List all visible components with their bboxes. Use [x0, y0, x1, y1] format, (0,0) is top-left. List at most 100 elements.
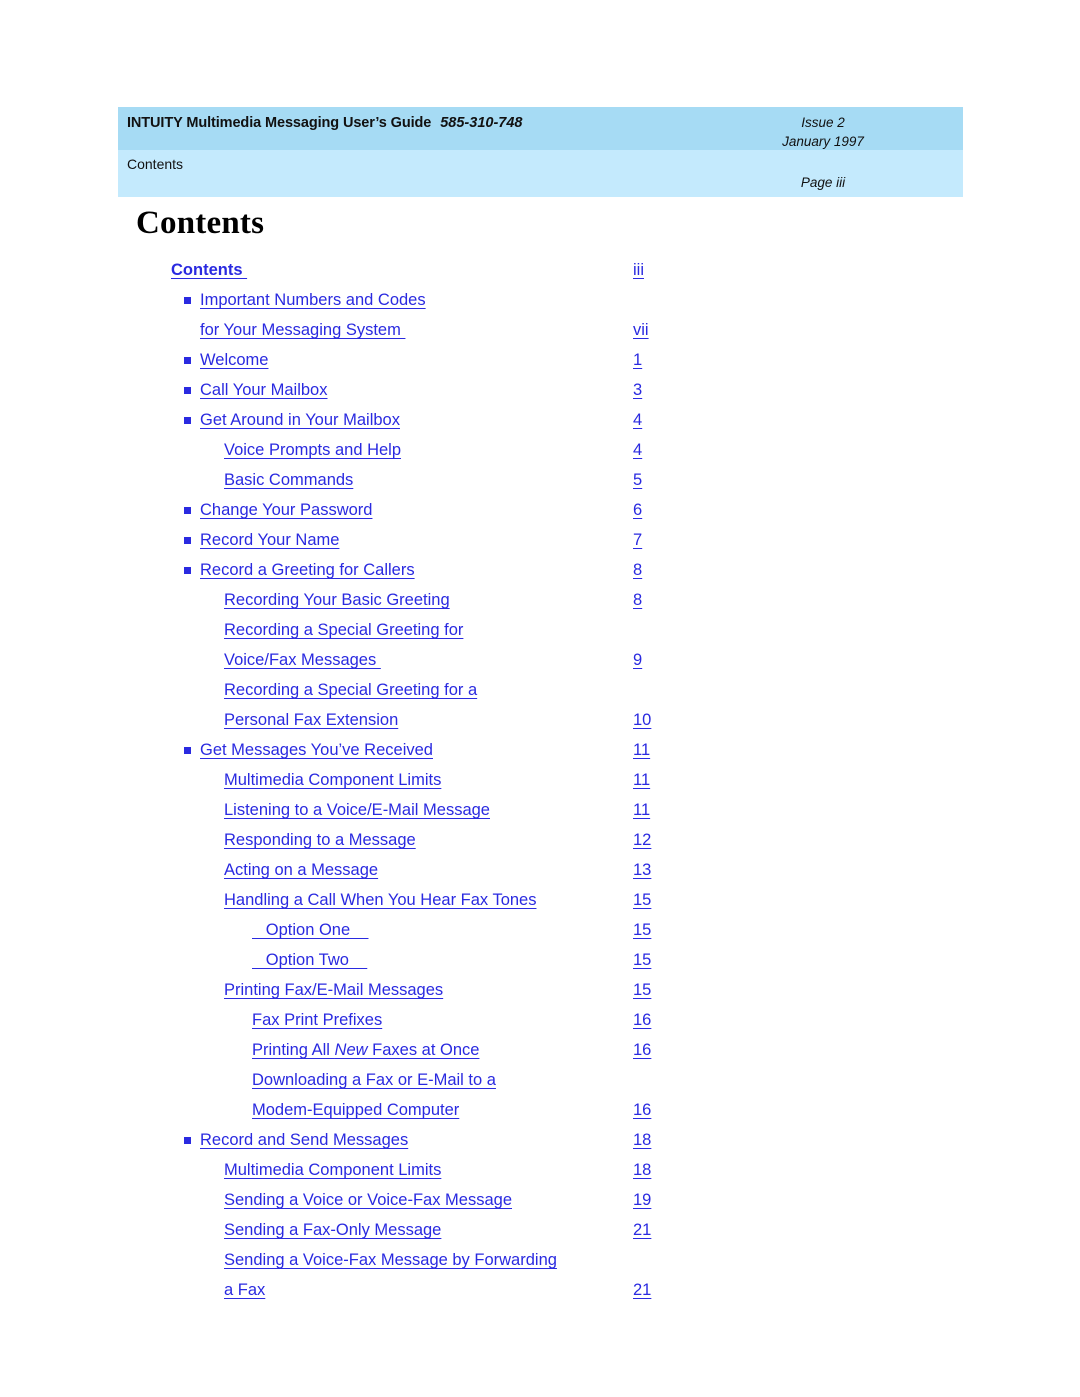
toc-entry-link[interactable]: Record and Send Messages — [200, 1125, 408, 1155]
toc-page-number[interactable]: 11 — [633, 735, 650, 765]
toc-entry[interactable]: Call Your Mailbox 3 — [0, 375, 1080, 405]
toc-page-number[interactable]: 21 — [633, 1275, 651, 1305]
toc-entry-link[interactable]: Contents — [171, 255, 247, 285]
toc-entry-link[interactable]: Get Messages You’ve Received — [200, 735, 433, 765]
toc-bullet-square-icon — [184, 417, 191, 424]
toc-page-number[interactable]: vii — [633, 315, 649, 345]
toc-entry-link[interactable]: Important Numbers and Codes for Your Mess… — [200, 285, 426, 345]
toc-entry-link[interactable]: Recording a Special Greeting for Voice/Fa… — [224, 615, 463, 675]
toc-entry[interactable]: Recording Your Basic Greeting 8 — [0, 585, 1080, 615]
toc-entry-link[interactable]: Sending a Voice-Fax Message by Forwardin… — [224, 1245, 557, 1305]
toc-entry[interactable]: Sending a Voice-Fax Message by Forwardin… — [0, 1245, 1080, 1305]
toc-entry-link[interactable]: Sending a Voice or Voice-Fax Message — [224, 1185, 512, 1215]
toc-entry[interactable]: Option Two 15 — [0, 945, 1080, 975]
header-issue-date: Issue 2 January 1997 — [738, 113, 908, 151]
toc-page-number[interactable]: 15 — [633, 945, 651, 975]
toc-page-number[interactable]: 4 — [633, 405, 642, 435]
toc-page-number[interactable]: 16 — [633, 1005, 651, 1035]
toc-entry[interactable]: Get Around in Your Mailbox 4 — [0, 405, 1080, 435]
toc-page-number[interactable]: 11 — [633, 795, 650, 825]
toc-page-number[interactable]: 5 — [633, 465, 642, 495]
toc-entry[interactable]: Listening to a Voice/E-Mail Message 11 — [0, 795, 1080, 825]
toc-entry-link[interactable]: Change Your Password — [200, 495, 372, 525]
toc-entry[interactable]: Option One 15 — [0, 915, 1080, 945]
toc-entry[interactable]: Recording a Special Greeting for Voice/Fa… — [0, 615, 1080, 675]
toc-entry-text: Faxes at Once — [367, 1041, 480, 1059]
toc-entry[interactable]: Record Your Name 7 — [0, 525, 1080, 555]
toc-entry-line: Welcome — [200, 351, 269, 369]
toc-entry-link[interactable]: Acting on a Message — [224, 855, 378, 885]
toc-page-number[interactable]: 8 — [633, 555, 642, 585]
toc-page-number[interactable]: 3 — [633, 375, 642, 405]
toc-entry[interactable]: Responding to a Message 12 — [0, 825, 1080, 855]
toc-entry[interactable]: Multimedia Component Limits 18 — [0, 1155, 1080, 1185]
toc-page-number[interactable]: 12 — [633, 825, 651, 855]
toc-entry[interactable]: Fax Print Prefixes 16 — [0, 1005, 1080, 1035]
toc-entry[interactable]: Printing Fax/E-Mail Messages 15 — [0, 975, 1080, 1005]
toc-entry-link[interactable]: Printing Fax/E-Mail Messages — [224, 975, 443, 1005]
toc-entry-link[interactable]: Get Around in Your Mailbox — [200, 405, 400, 435]
toc-entry[interactable]: Important Numbers and Codes for Your Mess… — [0, 285, 1080, 345]
toc-page-number[interactable]: 15 — [633, 975, 651, 1005]
toc-entry[interactable]: Downloading a Fax or E-Mail to a Modem-Eq… — [0, 1065, 1080, 1125]
toc-entry-link[interactable]: Multimedia Component Limits — [224, 765, 441, 795]
page-title: Contents — [136, 205, 265, 241]
toc-page-number[interactable]: 15 — [633, 885, 651, 915]
toc-entry[interactable]: Acting on a Message 13 — [0, 855, 1080, 885]
toc-entry-link[interactable]: Recording Your Basic Greeting — [224, 585, 450, 615]
toc-page-number[interactable]: 10 — [633, 705, 651, 735]
toc-page-number[interactable]: 1 — [633, 345, 642, 375]
toc-entry[interactable]: Sending a Fax-Only Message 21 — [0, 1215, 1080, 1245]
toc-page-number[interactable]: 16 — [633, 1035, 651, 1065]
toc-page-number[interactable]: 6 — [633, 495, 642, 525]
toc-entry[interactable]: Sending a Voice or Voice-Fax Message 19 — [0, 1185, 1080, 1215]
toc-page-number[interactable]: 16 — [633, 1095, 651, 1125]
toc-entry-link[interactable]: Call Your Mailbox — [200, 375, 328, 405]
toc-page-number[interactable]: 19 — [633, 1185, 651, 1215]
toc-page-number[interactable]: 11 — [633, 765, 650, 795]
toc-page-number[interactable]: 18 — [633, 1155, 651, 1185]
toc-entry[interactable]: Change Your Password 6 — [0, 495, 1080, 525]
toc-entry[interactable]: Record a Greeting for Callers 8 — [0, 555, 1080, 585]
toc-entry-link[interactable]: Handling a Call When You Hear Fax Tones — [224, 885, 536, 915]
toc-page-number[interactable]: 13 — [633, 855, 651, 885]
toc-entry[interactable]: Contents iii — [0, 255, 1080, 285]
toc-entry-link[interactable]: Responding to a Message — [224, 825, 416, 855]
toc-entry-link[interactable]: Option Two — [252, 945, 367, 975]
toc-page-number[interactable]: 7 — [633, 525, 642, 555]
toc-entry-link[interactable]: Voice Prompts and Help — [224, 435, 401, 465]
toc-entry-link[interactable]: Record Your Name — [200, 525, 339, 555]
toc-page-number[interactable]: 8 — [633, 585, 642, 615]
toc-entry-link[interactable]: Sending a Fax-Only Message — [224, 1215, 441, 1245]
toc-entry[interactable]: Multimedia Component Limits 11 — [0, 765, 1080, 795]
toc-entry-link[interactable]: Printing All New Faxes at Once — [252, 1035, 479, 1065]
toc-page-number[interactable]: 4 — [633, 435, 642, 465]
toc-page-number[interactable]: 18 — [633, 1125, 651, 1155]
header-section-name: Contents — [127, 156, 184, 172]
table-of-contents: Contents iii Important Numbers and Codes f… — [0, 255, 1080, 1305]
toc-page-number[interactable]: 21 — [633, 1215, 651, 1245]
toc-entry-link[interactable]: Recording a Special Greeting for a Person… — [224, 675, 477, 735]
toc-entry[interactable]: Printing All New Faxes at Once 16 — [0, 1035, 1080, 1065]
toc-entry-link[interactable]: Multimedia Component Limits — [224, 1155, 441, 1185]
toc-page-number[interactable]: 9 — [633, 645, 642, 675]
toc-page-number[interactable]: 15 — [633, 915, 651, 945]
toc-entry-line: Sending a Voice-Fax Message by Forwardin… — [224, 1251, 557, 1269]
toc-entry[interactable]: Basic Commands 5 — [0, 465, 1080, 495]
toc-entry[interactable]: Welcome 1 — [0, 345, 1080, 375]
toc-entry-link[interactable]: Downloading a Fax or E-Mail to a Modem-Eq… — [252, 1065, 496, 1125]
toc-entry-link[interactable]: Welcome — [200, 345, 268, 375]
toc-bullet-square-icon — [184, 387, 191, 394]
toc-entry-link[interactable]: Fax Print Prefixes — [252, 1005, 382, 1035]
toc-entry-link[interactable]: Basic Commands — [224, 465, 353, 495]
toc-bullet-square-icon — [184, 1137, 191, 1144]
toc-entry[interactable]: Voice Prompts and Help 4 — [0, 435, 1080, 465]
toc-entry-link[interactable]: Option One — [252, 915, 368, 945]
toc-entry[interactable]: Recording a Special Greeting for a Person… — [0, 675, 1080, 735]
toc-entry[interactable]: Record and Send Messages 18 — [0, 1125, 1080, 1155]
toc-entry-link[interactable]: Record a Greeting for Callers — [200, 555, 415, 585]
toc-page-number[interactable]: iii — [633, 255, 644, 285]
toc-entry[interactable]: Handling a Call When You Hear Fax Tones 1… — [0, 885, 1080, 915]
toc-entry[interactable]: Get Messages You’ve Received 11 — [0, 735, 1080, 765]
toc-entry-link[interactable]: Listening to a Voice/E-Mail Message — [224, 795, 490, 825]
